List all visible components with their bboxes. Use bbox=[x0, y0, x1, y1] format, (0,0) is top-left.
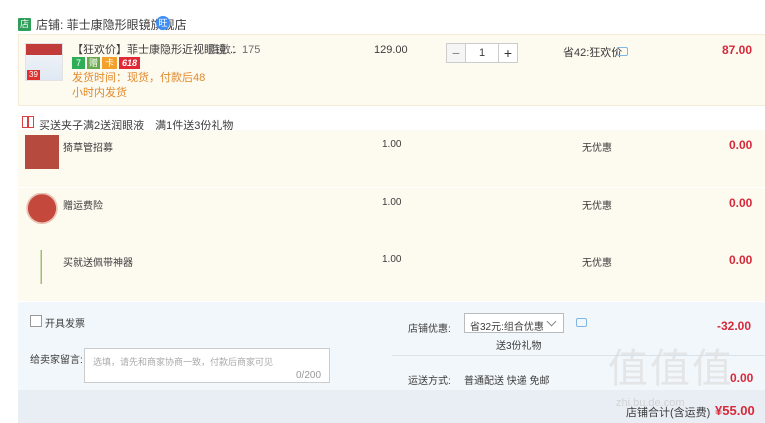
gift-subtotal: 0.00 bbox=[729, 196, 753, 210]
gift-name[interactable]: 买就送佩带神器 bbox=[63, 254, 133, 269]
invoice-checkbox[interactable] bbox=[30, 315, 42, 327]
comment-icon[interactable] bbox=[576, 318, 587, 327]
message-char-count: 0/200 bbox=[296, 370, 322, 381]
message-label: 给卖家留言: bbox=[30, 355, 83, 366]
gift-subtotal: 0.00 bbox=[729, 253, 753, 267]
gift-name[interactable]: 猗草管招募 bbox=[63, 139, 113, 154]
seven-day-return-icon: 7 bbox=[72, 57, 85, 69]
quantity-input[interactable]: 1 bbox=[466, 43, 498, 63]
shop-discount-label: 店铺优惠: bbox=[408, 324, 451, 335]
quantity-minus-button[interactable]: − bbox=[446, 43, 466, 63]
gift-thumbnail[interactable] bbox=[25, 135, 59, 169]
shop-discount-selected[interactable]: 省32元:组合优惠 bbox=[470, 318, 544, 333]
gift-price: 1.00 bbox=[382, 254, 402, 265]
shipping-time: 发货时间：现货，付款后48小时内发货 bbox=[72, 72, 206, 99]
gift-name[interactable]: 赠运费险 bbox=[63, 197, 103, 212]
gift-sent-note: 送3份礼物 bbox=[496, 341, 542, 352]
gift-badge-icon: 赠 bbox=[87, 57, 100, 69]
gift-icon bbox=[22, 116, 34, 128]
shop-discount-amount: -32.00 bbox=[717, 319, 752, 333]
item-subtotal: 87.00 bbox=[722, 43, 753, 57]
gift-thumbnail[interactable] bbox=[25, 193, 59, 227]
gift-discount: 无优惠 bbox=[582, 258, 612, 269]
watermark-url: zhi.bu.de.com bbox=[616, 397, 685, 409]
thumbnail-tag: 39 bbox=[27, 70, 40, 80]
gift-thumbnail[interactable] bbox=[25, 250, 59, 284]
shipping-method-label: 运送方式: bbox=[408, 376, 451, 387]
shipping-method-value: 普通配送 快递 免邮 bbox=[464, 376, 550, 387]
comment-icon[interactable] bbox=[617, 47, 628, 56]
quantity-plus-button[interactable]: + bbox=[498, 43, 518, 63]
unit-price: 129.00 bbox=[374, 44, 408, 56]
message-placeholder: 选填，请先和商家协商一致，付款后商家可见 bbox=[93, 357, 274, 367]
gift-subtotal: 0.00 bbox=[729, 138, 753, 152]
gift-price: 1.00 bbox=[382, 197, 402, 208]
gift-discount: 无优惠 bbox=[582, 143, 612, 154]
item-discount: 省42:狂欢价 bbox=[563, 47, 623, 59]
gift-price: 1.00 bbox=[382, 139, 402, 150]
gift-discount: 无优惠 bbox=[582, 201, 612, 212]
wangwang-chat-icon[interactable]: 旺 bbox=[156, 16, 170, 30]
shop-icon: 店 bbox=[18, 18, 31, 31]
card-payment-icon: 卡 bbox=[102, 57, 117, 69]
gift-row bbox=[18, 244, 765, 302]
product-badges: 7 赠 卡 618 bbox=[72, 57, 141, 69]
product-spec: 度数：175 bbox=[209, 44, 261, 56]
quantity-stepper: − 1 + bbox=[446, 43, 518, 63]
promo-618-badge: 618 bbox=[119, 57, 141, 69]
invoice-label[interactable]: 开具发票 bbox=[45, 315, 85, 330]
